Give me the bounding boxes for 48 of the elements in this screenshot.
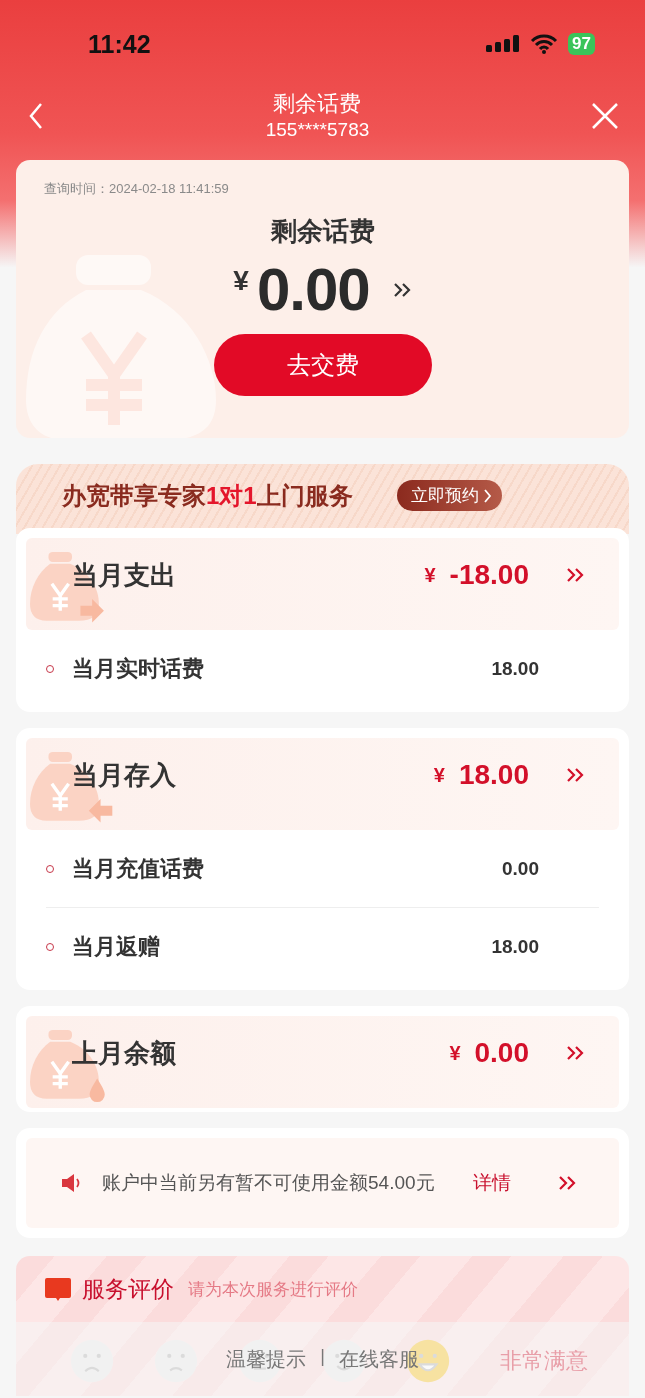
item-value: 0.00 — [502, 857, 539, 880]
item-label: 当月充值话费 — [72, 854, 205, 883]
footer-link[interactable]: 温馨提示 — [226, 1346, 307, 1373]
section-header[interactable]: 当月支出 ¥ -18.00 — [26, 538, 619, 630]
promo-text: 办宽带享专家1对1上门服务 — [62, 481, 353, 511]
speaker-icon — [60, 1173, 82, 1193]
wifi-icon — [530, 34, 559, 54]
double-chevron-icon[interactable] — [391, 280, 412, 299]
item-value: 18.00 — [491, 936, 539, 958]
section-amount: -18.00 — [449, 559, 529, 591]
rating-hint: 请为本次服务进行评价 — [188, 1279, 358, 1301]
item-label: 当月返赠 — [72, 933, 161, 961]
section-title: 当月存入 — [72, 758, 176, 792]
item-value: 18.00 — [491, 658, 539, 680]
query-time: 查询时间：2024-02-18 11:41:59 — [44, 180, 229, 198]
phone-number: 155****5783 — [265, 118, 370, 142]
status-time: 11:42 — [88, 29, 151, 59]
item-label: 当月实时话费 — [72, 655, 205, 683]
double-chevron-icon[interactable] — [565, 566, 585, 584]
separator: | — [320, 1346, 325, 1367]
signal-icon — [486, 34, 521, 54]
page-title: 剩余话费 — [273, 90, 362, 118]
section-amount: 18.00 — [458, 759, 529, 791]
rating-label: 非常满意 — [500, 1347, 588, 1375]
double-chevron-icon[interactable] — [565, 1044, 585, 1062]
comment-icon — [44, 1276, 72, 1303]
currency-symbol: ¥ — [233, 265, 249, 297]
double-chevron-icon[interactable] — [557, 1174, 577, 1192]
section-header[interactable]: 当月存入 ¥ 18.00 — [26, 738, 619, 830]
chevron-icon — [482, 488, 492, 503]
currency-symbol: ¥ — [433, 763, 445, 787]
close-icon[interactable] — [591, 102, 619, 130]
section-title: 上月余额 — [72, 1036, 176, 1070]
section-title: 当月支出 — [72, 558, 176, 592]
book-now-button[interactable]: 立即预约 — [396, 480, 502, 511]
balance-title: 剩余话费 — [270, 215, 375, 248]
double-chevron-icon[interactable] — [565, 766, 585, 784]
section-amount: 0.00 — [474, 1037, 529, 1069]
rating-title: 服务评价 — [82, 1275, 174, 1304]
balance-amount: 0.00 — [256, 255, 370, 324]
currency-symbol: ¥ — [424, 563, 436, 587]
battery-indicator: 97 — [568, 33, 595, 55]
pay-button[interactable]: 去交费 — [213, 334, 432, 396]
details-link[interactable]: 详情 — [473, 1170, 511, 1196]
currency-symbol: ¥ — [449, 1041, 461, 1065]
notice-text: 账户中当前另有暂不可使用金额54.00元 — [102, 1171, 436, 1195]
back-icon[interactable] — [28, 102, 44, 130]
section-header[interactable]: 上月余额 ¥ 0.00 — [26, 1016, 619, 1108]
